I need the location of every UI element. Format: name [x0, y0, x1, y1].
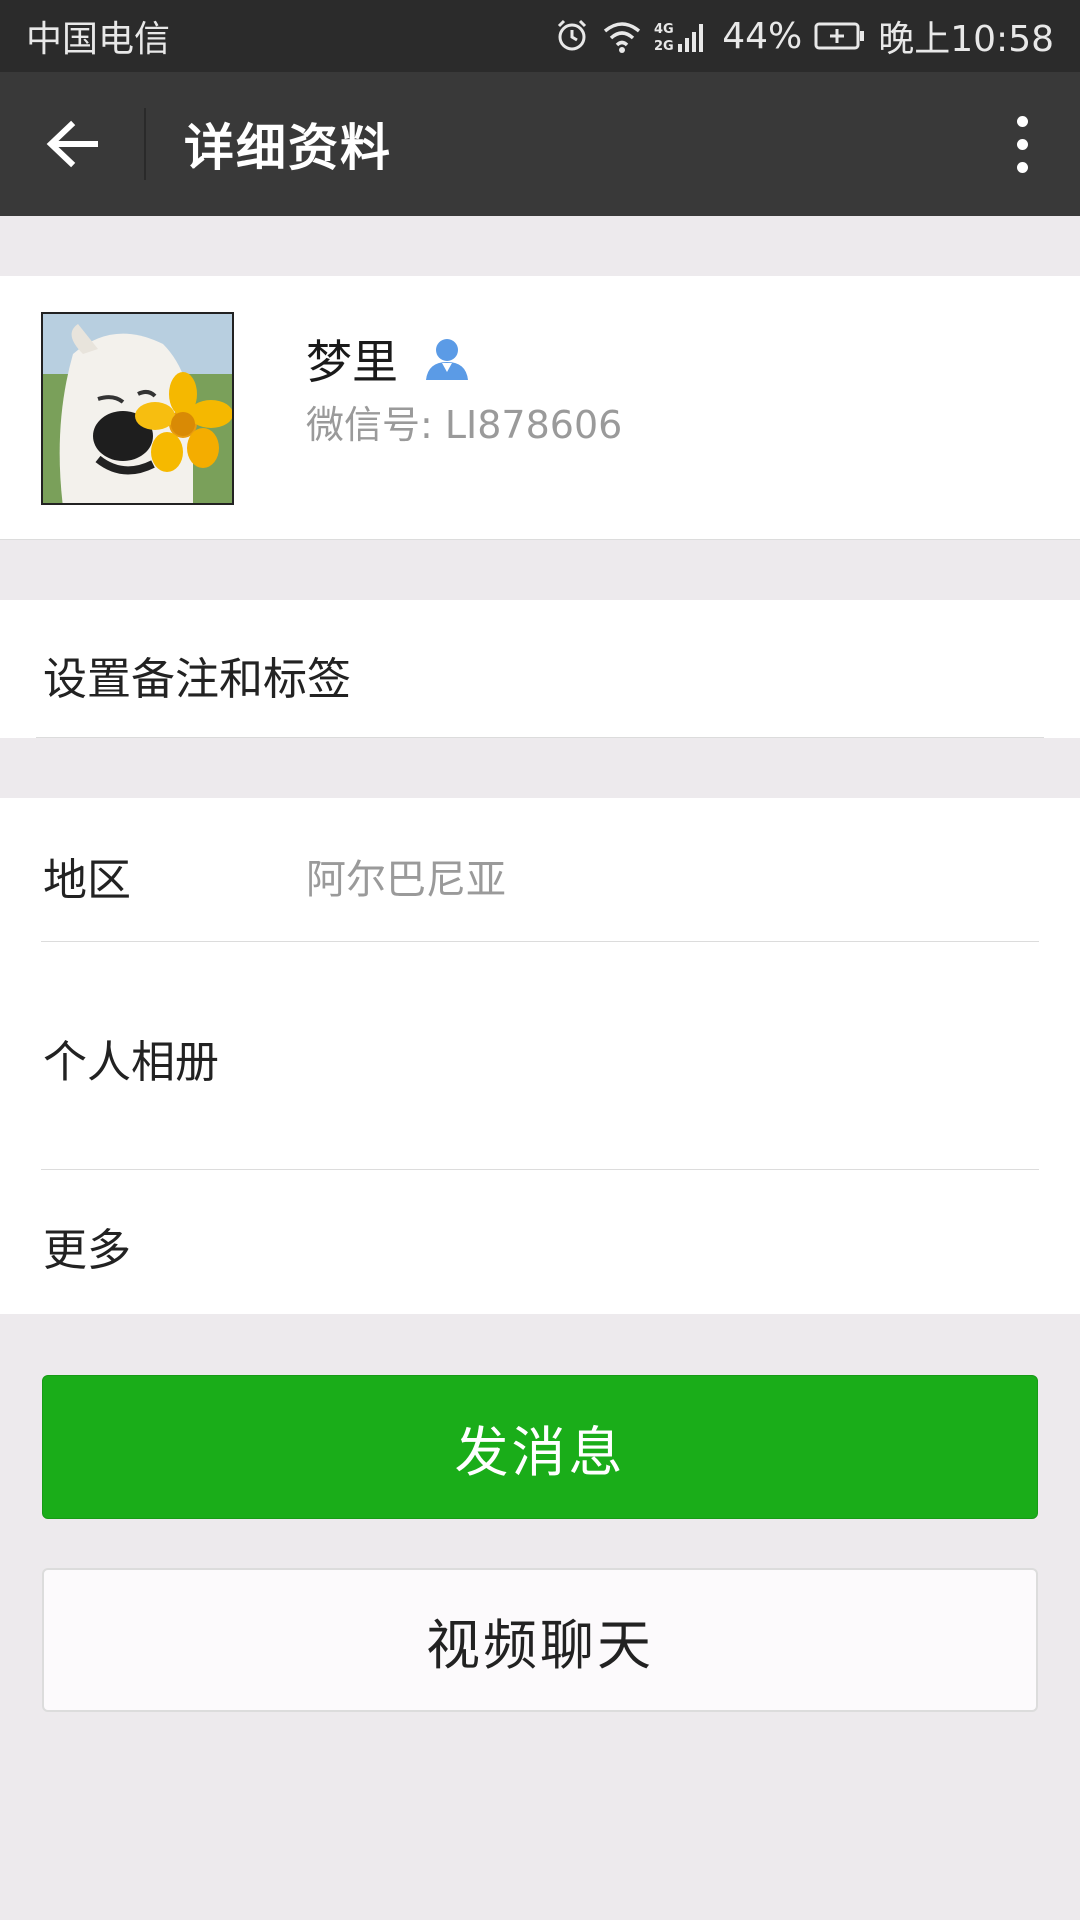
title-divider: [144, 108, 146, 180]
album-label: 个人相册: [43, 1037, 219, 1088]
nickname: 梦里: [306, 335, 398, 389]
video-chat-button[interactable]: 视频聊天: [42, 1568, 1038, 1712]
battery-charging-icon: [814, 21, 866, 51]
send-message-button[interactable]: 发消息: [42, 1375, 1038, 1519]
row-divider: [36, 737, 1044, 738]
page-title: 详细资料: [184, 119, 392, 177]
wechat-id: 微信号: LI878606: [306, 403, 623, 447]
region-value: 阿尔巴尼亚: [306, 857, 506, 903]
more-vertical-icon: [1016, 115, 1028, 127]
person-icon: [426, 339, 468, 380]
region-row: 地区 阿尔巴尼亚: [0, 798, 1080, 942]
clock-time: 晚上10:58: [878, 19, 1054, 60]
svg-text:2G: 2G: [654, 39, 674, 54]
nickname-row: 梦里: [306, 326, 470, 392]
back-button[interactable]: [0, 72, 144, 216]
battery-percent: 44%: [722, 15, 803, 57]
status-icons: 4G 2G 44% 晚上10:58: [554, 10, 1054, 62]
more-label: 更多: [43, 1225, 131, 1276]
info-section: 地区 阿尔巴尼亚 个人相册 更多: [0, 798, 1080, 1314]
more-options-button[interactable]: [992, 108, 1052, 180]
more-row[interactable]: 更多: [0, 1170, 1080, 1314]
avatar[interactable]: [41, 312, 234, 505]
region-label: 地区: [43, 855, 131, 906]
alarm-icon: [554, 18, 590, 54]
carrier-label: 中国电信: [26, 19, 171, 60]
set-remark-label: 设置备注和标签: [43, 654, 351, 705]
arrow-left-icon: [46, 120, 98, 168]
wifi-icon: [602, 19, 642, 53]
album-row[interactable]: 个人相册: [0, 942, 1080, 1170]
set-remark-row[interactable]: 设置备注和标签: [0, 600, 1080, 738]
profile-card[interactable]: 梦里 微信号: LI878606: [0, 276, 1080, 540]
status-bar: 中国电信 4G 2G 44% 晚上10:58: [0, 0, 1080, 72]
svg-text:4G: 4G: [654, 22, 674, 37]
signal-icon: 4G 2G: [654, 18, 710, 54]
title-bar: 详细资料: [0, 72, 1080, 216]
